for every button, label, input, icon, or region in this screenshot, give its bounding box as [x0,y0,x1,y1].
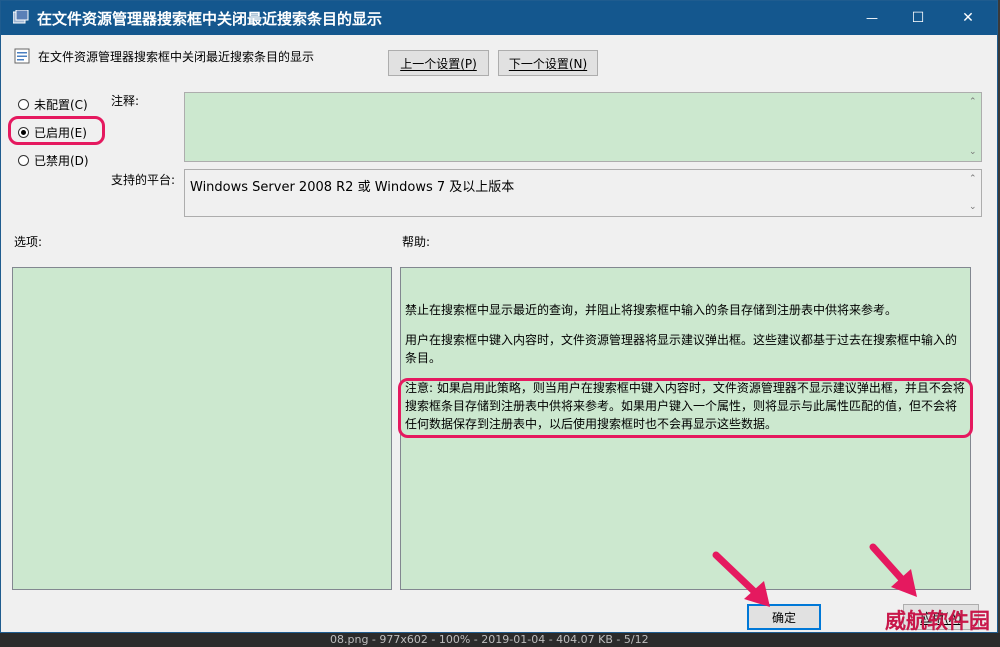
supported-platforms-box: Windows Server 2008 R2 或 Windows 7 及以上版本… [184,169,982,217]
title-bar[interactable]: 在文件资源管理器搜索框中关闭最近搜索条目的显示 — ☐ ✕ [1,1,997,35]
pointer-arrow-icon [712,551,770,607]
watermark-logo: 威航软件园 [885,609,990,633]
radio-disabled[interactable]: 已禁用(D) [18,152,89,169]
minimize-button[interactable]: — [849,1,895,35]
minimize-icon: — [866,11,878,25]
pointer-arrow-icon [869,543,917,597]
options-panel [12,267,392,590]
group-policy-icon [13,10,29,24]
window-title: 在文件资源管理器搜索框中关闭最近搜索条目的显示 [37,10,383,28]
scroll-down-icon[interactable]: ⌄ [969,147,977,157]
radio-label: 未配置(C) [34,98,88,112]
policy-setting-icon [14,48,30,64]
close-button[interactable]: ✕ [945,1,991,35]
options-label: 选项: [14,235,43,249]
help-paragraph: 用户在搜索框中键入内容时，文件资源管理器将显示建议弹出框。这些建议都基于过去在搜… [405,333,958,365]
scroll-up-icon[interactable]: ⌃ [969,97,977,107]
comment-scrollbar[interactable]: ⌃ ⌄ [965,93,981,161]
policy-name: 在文件资源管理器搜索框中关闭最近搜索条目的显示 [38,50,315,64]
help-label: 帮助: [402,235,431,249]
note-highlight [398,378,973,438]
policy-dialog-window: 在文件资源管理器搜索框中关闭最近搜索条目的显示 — ☐ ✕ 在文件资源管理器搜索… [0,0,998,633]
previous-setting-button[interactable]: 上一个设置(P) [388,50,489,76]
radio-circle [18,99,29,110]
radio-label: 已禁用(D) [34,154,89,168]
next-setting-button[interactable]: 下一个设置(N) [498,50,598,76]
close-icon: ✕ [962,10,974,26]
viewer-status-text: 08.png - 977x602 - 100% - 2019-01-04 - 4… [330,633,649,646]
radio-circle [18,155,29,166]
radio-not-configured[interactable]: 未配置(C) [18,96,88,113]
help-paragraph: 禁止在搜索框中显示最近的查询，并阻止将搜索框中输入的条目存储到注册表中供将来参考… [405,303,898,317]
scroll-down-icon[interactable]: ⌄ [969,202,977,212]
maximize-button[interactable]: ☐ [895,1,941,35]
comment-label: 注释: [111,94,140,108]
maximize-icon: ☐ [911,10,925,26]
supported-label: 支持的平台: [111,173,176,187]
scroll-up-icon[interactable]: ⌃ [969,174,977,184]
comment-textarea[interactable]: ⌃ ⌄ [184,92,982,162]
enabled-highlight [8,116,105,145]
supported-platforms-value: Windows Server 2008 R2 或 Windows 7 及以上版本 [190,180,515,195]
supported-scrollbar[interactable]: ⌃ ⌄ [965,170,981,216]
